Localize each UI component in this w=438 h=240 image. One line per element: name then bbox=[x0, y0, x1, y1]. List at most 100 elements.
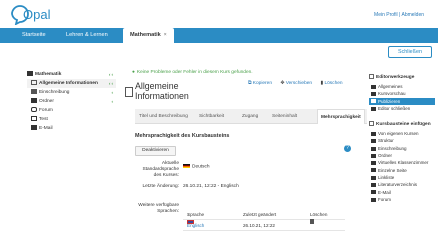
standard-language-label: Aktuelle Standardsprache des Kurses: bbox=[142, 161, 179, 178]
insert-label: Ordner bbox=[378, 153, 393, 159]
insert-label: Linkliste bbox=[378, 174, 395, 180]
tab-mehrsprachigkeit[interactable]: Mehrsprachigkeit bbox=[317, 109, 365, 124]
last-change-value: 26.10.21, 12:22 - Englisch bbox=[183, 184, 239, 189]
page-title-text: Allgemeine Informationen bbox=[135, 81, 189, 101]
insert-linkliste[interactable]: Linkliste bbox=[369, 174, 435, 181]
tree-item-label: Ordner bbox=[39, 99, 54, 104]
books-icon bbox=[371, 183, 376, 188]
insert-label: Struktur bbox=[378, 138, 394, 144]
main-navigation: Startseite Lehren & Lernen Mathematik × bbox=[0, 28, 438, 43]
nav-startseite[interactable]: Startseite bbox=[22, 28, 46, 43]
copy-button[interactable]: ⧉ Kopieren bbox=[248, 81, 272, 86]
insert-email[interactable]: E-Mail bbox=[369, 189, 435, 196]
course-tree: Mathematik ◐◐ Allgemeine Informationen ◐◐ … bbox=[27, 70, 116, 133]
monitor-icon bbox=[371, 161, 376, 166]
tool-label: Publizieren bbox=[378, 98, 401, 104]
insert-ordner[interactable]: Ordner bbox=[369, 152, 435, 159]
column-header-zuletzt-geaendert: Zuletzt geändert bbox=[243, 212, 277, 217]
copy-label: Kopieren bbox=[252, 81, 272, 86]
tab-sichtbarkeit[interactable]: Sichtbarkeit bbox=[199, 109, 224, 124]
close-editor-button[interactable]: Schließen bbox=[388, 46, 432, 58]
last-change-label: Letzte Änderung: bbox=[142, 184, 179, 189]
tool-editor-schliessen[interactable]: Editor schließen bbox=[369, 105, 435, 112]
delete-button[interactable]: ▮ Löschen bbox=[320, 81, 342, 86]
tree-item-forum[interactable]: Forum bbox=[27, 106, 116, 115]
move-label: Verschieben bbox=[285, 81, 313, 86]
profile-link[interactable]: Mein Profil bbox=[374, 12, 398, 18]
tool-kursvorschau[interactable]: Kursvorschau bbox=[369, 90, 435, 97]
table-row: Englisch 26.10.21, 12:22 bbox=[183, 219, 345, 231]
forum-icon bbox=[371, 197, 376, 202]
close-tab-icon[interactable]: × bbox=[164, 32, 167, 38]
table-cell-date: 26.10.21, 12:22 bbox=[243, 223, 275, 228]
tree-item-ordner[interactable]: Ordner ◐ bbox=[27, 97, 116, 106]
insert-label: Von eigenen Kursen bbox=[378, 131, 419, 137]
tree-item-einschreibung[interactable]: Einschreibung ◐ bbox=[27, 88, 116, 97]
trash-icon bbox=[310, 219, 314, 224]
publish-icon bbox=[371, 99, 376, 104]
insert-einzelne-seite[interactable]: Einzelne Seite bbox=[369, 167, 435, 174]
structure-icon bbox=[371, 139, 376, 144]
node-tabs: Titel und Beschreibung Sichtbarkeit Zuga… bbox=[135, 109, 367, 124]
move-button[interactable]: ✥ Verschieben bbox=[280, 81, 312, 86]
opal-logo[interactable]: Opal bbox=[9, 3, 59, 25]
logout-link[interactable]: Abmelden bbox=[401, 12, 424, 18]
insert-von-eigenen-kursen[interactable]: Von eigenen Kursen bbox=[369, 130, 435, 137]
tree-item-test[interactable]: Test bbox=[27, 115, 116, 124]
insert-label: Forum bbox=[378, 196, 392, 202]
course-tab[interactable]: Mathematik × bbox=[123, 28, 174, 43]
delete-label: Löschen bbox=[324, 81, 343, 86]
column-header-label: Sprache bbox=[187, 212, 205, 217]
help-icon[interactable]: ? bbox=[344, 145, 351, 152]
tool-publizieren[interactable]: Publizieren bbox=[369, 97, 435, 105]
tab-titel-beschreibung[interactable]: Titel und Beschreibung bbox=[139, 109, 188, 124]
mail-icon bbox=[31, 125, 37, 131]
tree-item-label: Allgemeine Informationen bbox=[39, 81, 98, 86]
status-icon: ◐ bbox=[111, 99, 114, 104]
folder-icon bbox=[31, 98, 37, 104]
test-icon bbox=[31, 116, 37, 122]
status-text: Keine Probleme oder Fehler in diesem Kur… bbox=[136, 70, 253, 75]
nav-lehren-lernen[interactable]: Lehren & Lernen bbox=[66, 28, 108, 43]
page-title: Allgemeine Informationen bbox=[125, 81, 215, 101]
deactivate-button[interactable]: Deaktivieren bbox=[135, 146, 176, 156]
tool-label: Allgemeines bbox=[378, 84, 403, 89]
insert-literaturverzeichnis[interactable]: Literaturverzeichnis bbox=[369, 181, 435, 188]
table-header: Sprache ↓ Zuletzt geändert Löschen bbox=[183, 209, 345, 220]
insert-label: E-Mail bbox=[378, 189, 391, 195]
sort-icon: ↓ bbox=[187, 212, 190, 217]
tab-zugang[interactable]: Zugang bbox=[242, 109, 258, 124]
forum-icon bbox=[31, 107, 37, 113]
tree-item-label: Test bbox=[39, 117, 48, 122]
insert-label: Virtuelles Klassenzimmer bbox=[378, 160, 429, 166]
tool-allgemeines[interactable]: Allgemeines bbox=[369, 83, 435, 90]
german-flag-icon bbox=[183, 164, 190, 168]
mail-icon bbox=[371, 190, 376, 195]
tree-item-allgemeine-informationen[interactable]: Allgemeine Informationen ◐◐ bbox=[27, 79, 116, 88]
status-icon: ◐ bbox=[111, 90, 114, 95]
close-circle-icon bbox=[371, 106, 376, 111]
tree-item-email[interactable]: E-Mail bbox=[27, 124, 116, 133]
copy-icon: ⧉ bbox=[248, 81, 252, 86]
profile-links: Mein Profil | Abmelden bbox=[374, 12, 424, 18]
insert-virtuelles-klassenzimmer[interactable]: Virtuelles Klassenzimmer bbox=[369, 159, 435, 166]
page-icon bbox=[371, 168, 376, 173]
insert-struktur[interactable]: Struktur bbox=[369, 137, 435, 144]
status-message: ● Keine Probleme oder Fehler in diesem Ku… bbox=[132, 70, 253, 75]
insert-einschreibung[interactable]: Einschreibung bbox=[369, 145, 435, 152]
check-icon: ● bbox=[132, 70, 135, 75]
tab-seiteninhalt[interactable]: Seiteninhalt bbox=[272, 109, 297, 124]
document-icon bbox=[125, 87, 133, 97]
standard-language-text: Deutsch bbox=[192, 164, 210, 170]
panel-spacer bbox=[369, 112, 435, 120]
tree-item-root[interactable]: Mathematik ◐◐ bbox=[27, 70, 116, 79]
insert-label: Literaturverzeichnis bbox=[378, 182, 418, 188]
tools-icon bbox=[369, 74, 374, 80]
insert-label: Einzelne Seite bbox=[378, 167, 407, 173]
tree-item-label: E-Mail bbox=[39, 126, 53, 131]
tool-label: Editor schließen bbox=[378, 105, 411, 111]
document-icon bbox=[31, 80, 37, 86]
insert-elements-title-text: Kursbausteine einfügen bbox=[376, 122, 431, 128]
insert-forum[interactable]: Forum bbox=[369, 196, 435, 203]
tree-item-label: Einschreibung bbox=[39, 90, 70, 95]
